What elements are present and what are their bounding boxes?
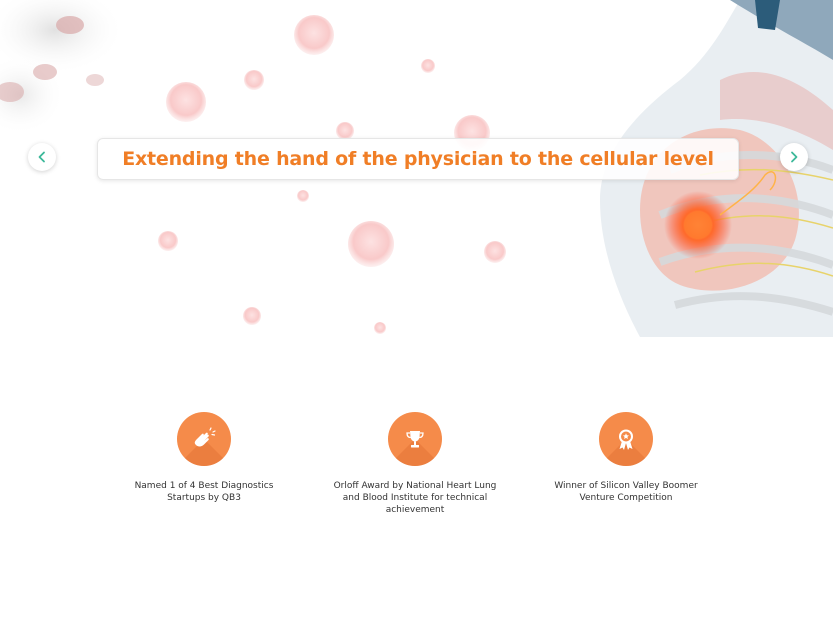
award-item-qb3: Named 1 of 4 Best Diagnostics Startups b… [109, 412, 299, 504]
award-badge [599, 412, 653, 466]
award-badge [177, 412, 231, 466]
award-text: Named 1 of 4 Best Diagnostics Startups b… [134, 481, 274, 503]
award-item-boomer: Winner of Silicon Valley Boomer Venture … [531, 412, 721, 504]
chevron-right-icon [791, 151, 798, 163]
awards-section: Named 1 of 4 Best Diagnostics Startups b… [0, 412, 833, 532]
award-item-orloff: Orloff Award by National Heart Lung and … [320, 412, 510, 516]
next-slide-button[interactable] [780, 143, 808, 171]
hero-slider: Extending the hand of the physician to t… [0, 0, 833, 337]
medal-icon [619, 429, 633, 450]
hero-caption-box: Extending the hand of the physician to t… [97, 138, 739, 180]
award-text: Orloff Award by National Heart Lung and … [333, 481, 497, 515]
chevron-left-icon [38, 151, 45, 163]
prev-slide-button[interactable] [28, 143, 56, 171]
trophy-icon [406, 431, 424, 448]
clapping-hands-icon [194, 427, 216, 447]
award-text: Winner of Silicon Valley Boomer Venture … [554, 481, 698, 503]
award-badge [388, 412, 442, 466]
hero-caption: Extending the hand of the physician to t… [122, 148, 714, 170]
